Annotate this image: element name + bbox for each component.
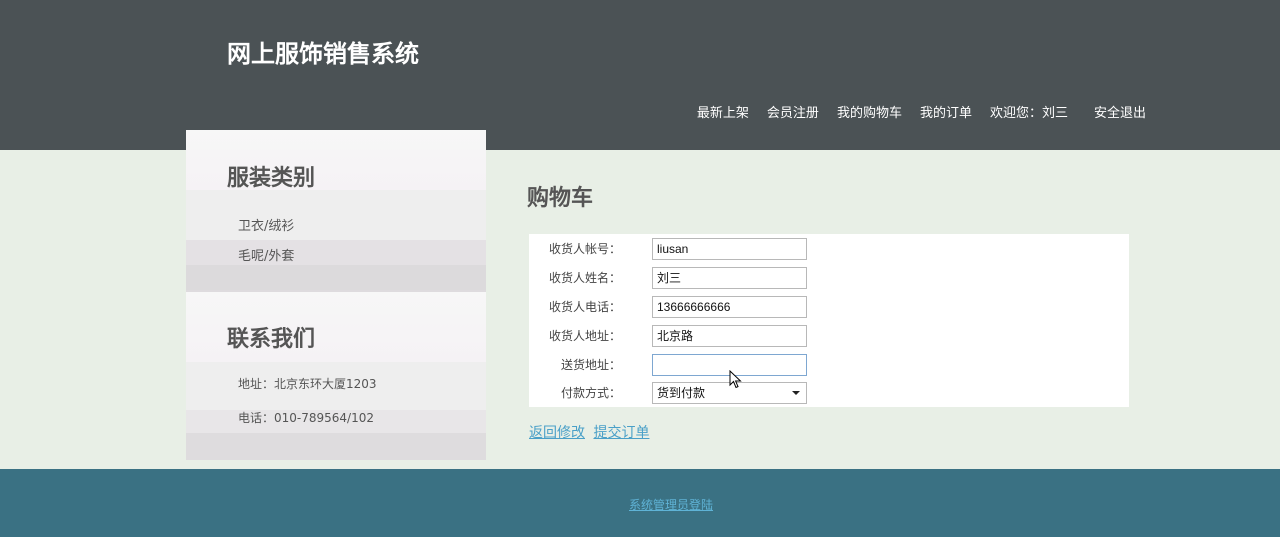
delivery-label: 送货地址： <box>560 358 621 372</box>
category-title: 服装类别 <box>227 165 316 191</box>
nav-register[interactable]: 会员注册 <box>767 102 819 121</box>
form-actions: 返回修改 提交订单 <box>529 422 653 442</box>
mouse-cursor-icon <box>729 370 742 389</box>
logout-link[interactable]: 安全退出 <box>1094 102 1146 121</box>
address-field[interactable]: 北京路 <box>652 325 807 347</box>
header: 网上服饰销售系统 最新上架 会员注册 我的购物车 我的订单 欢迎您：刘三 安全退… <box>0 0 1280 150</box>
name-field[interactable]: 刘三 <box>652 267 807 289</box>
back-edit-link[interactable]: 返回修改 <box>529 425 585 441</box>
submit-order-link[interactable]: 提交订单 <box>593 425 649 441</box>
contact-panel: 联系我们 地址：北京东环大厦1203 电话：010-789564/102 <box>186 292 486 460</box>
account-label: 收货人帐号： <box>548 242 621 256</box>
category-panel: 服装类别 卫衣/绒衫 毛呢/外套 <box>186 130 486 290</box>
name-label: 收货人姓名： <box>548 271 621 285</box>
form-row-delivery: 送货地址： <box>529 350 1129 376</box>
form-row-account: 收货人帐号： liusan <box>529 234 1129 260</box>
sidebar: 服装类别 卫衣/绒衫 毛呢/外套 联系我们 地址：北京东环大厦1203 电话：0… <box>186 130 486 460</box>
nav-orders[interactable]: 我的订单 <box>920 102 972 121</box>
chevron-down-icon <box>792 391 800 395</box>
phone-label: 收货人电话： <box>548 300 621 314</box>
contact-phone: 电话：010-789564/102 <box>238 411 374 425</box>
form-row-payment: 付款方式： 货到付款 <box>529 378 1129 404</box>
page-title: 购物车 <box>527 185 594 211</box>
address-label: 收货人地址： <box>548 329 621 343</box>
nav-cart[interactable]: 我的购物车 <box>837 102 902 121</box>
checkout-form: 收货人帐号： liusan 收货人姓名： 刘三 收货人电话： 136666666… <box>529 234 1129 407</box>
form-row-phone: 收货人电话： 13666666666 <box>529 292 1129 318</box>
admin-login-link[interactable]: 系统管理员登陆 <box>629 496 713 513</box>
contact-title: 联系我们 <box>227 326 316 352</box>
site-title: 网上服饰销售系统 <box>227 39 419 68</box>
welcome-text: 欢迎您：刘三 <box>989 106 1068 121</box>
footer: 系统管理员登陆 <box>0 469 1280 537</box>
phone-field[interactable]: 13666666666 <box>652 296 807 318</box>
nav-new-arrivals[interactable]: 最新上架 <box>697 102 749 121</box>
category-item-hoodies[interactable]: 卫衣/绒衫 <box>238 215 294 234</box>
payment-label: 付款方式： <box>560 386 621 400</box>
account-field[interactable]: liusan <box>652 238 807 260</box>
top-nav: 最新上架 会员注册 我的购物车 我的订单 欢迎您：刘三 安全退出 <box>679 102 1146 121</box>
payment-selected-value: 货到付款 <box>657 386 706 400</box>
contact-address: 地址：北京东环大厦1203 <box>238 377 377 391</box>
form-row-name: 收货人姓名： 刘三 <box>529 263 1129 289</box>
form-row-address: 收货人地址： 北京路 <box>529 321 1129 347</box>
category-item-coats[interactable]: 毛呢/外套 <box>238 245 294 264</box>
